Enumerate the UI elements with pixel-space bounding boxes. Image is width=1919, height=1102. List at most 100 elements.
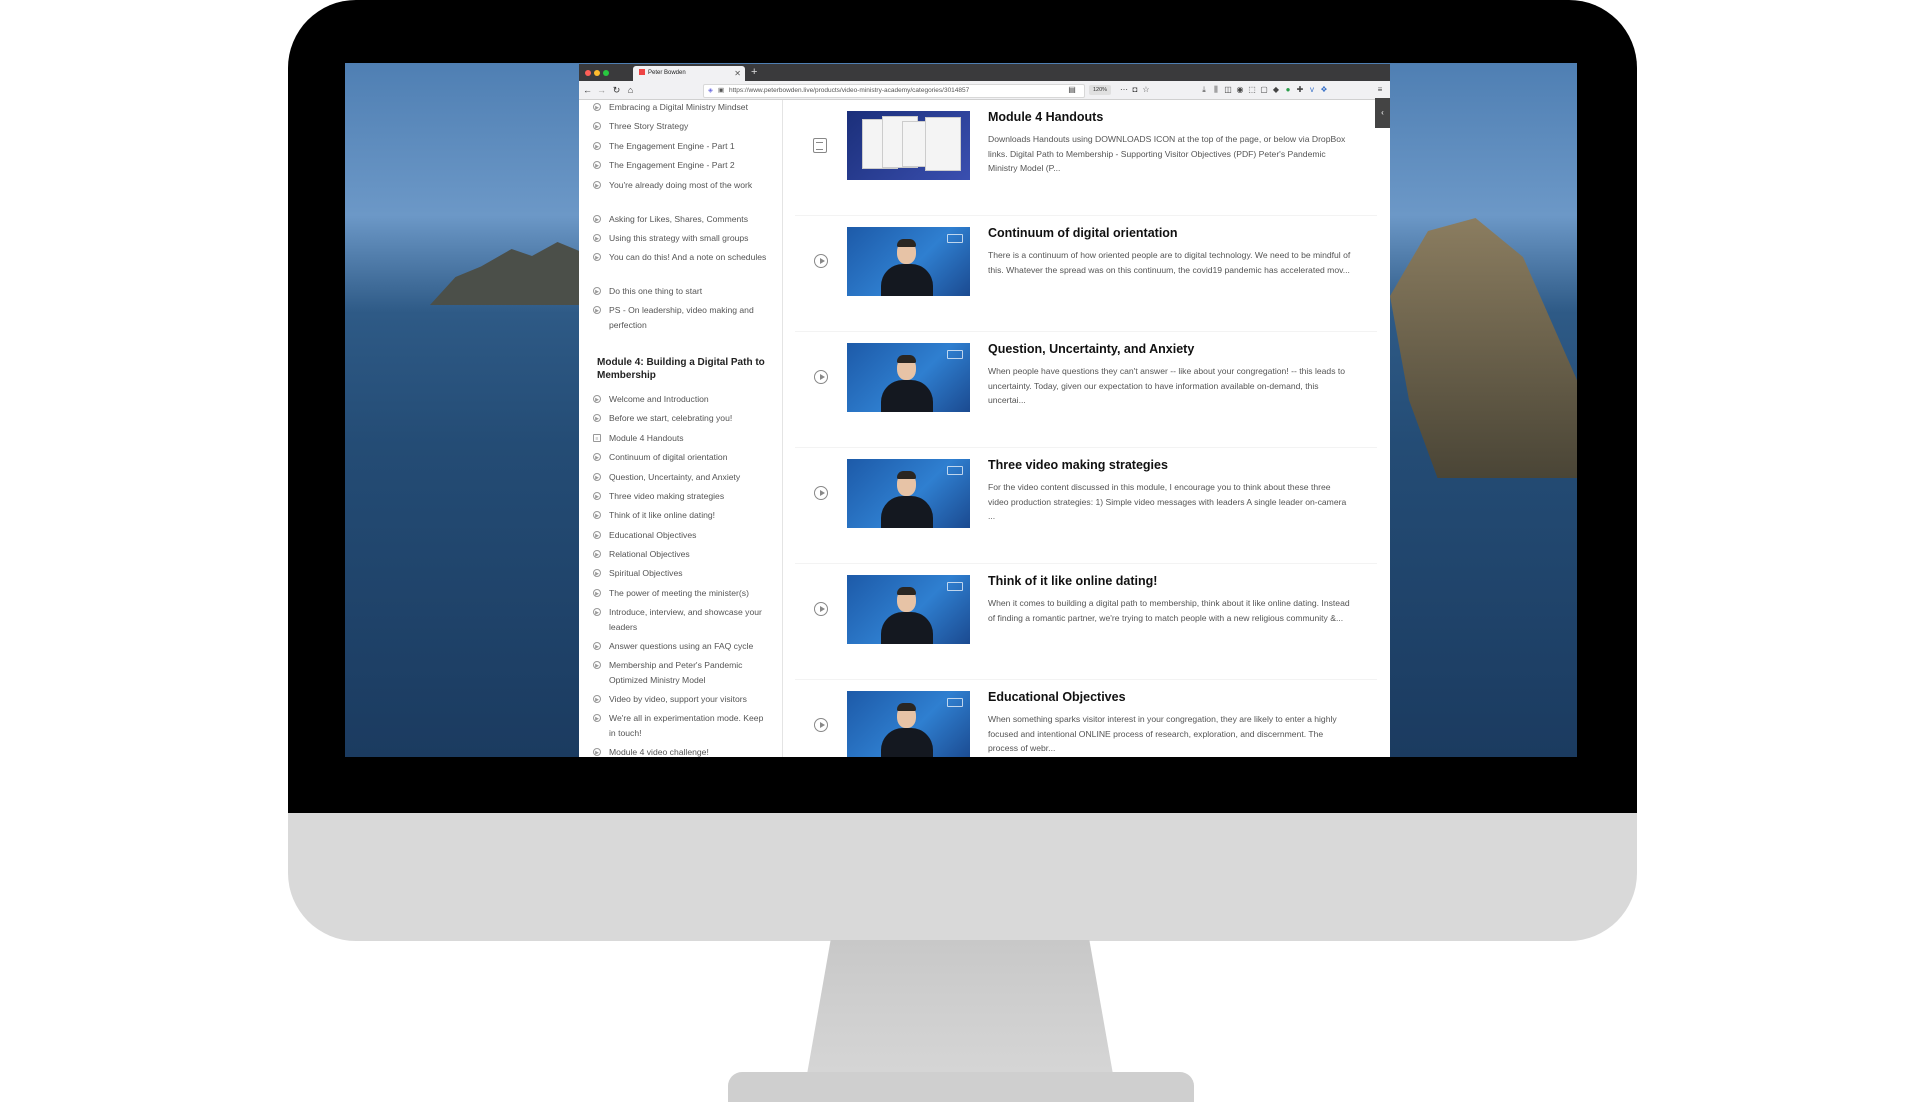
lesson-card-title[interactable]: Educational Objectives (988, 690, 1126, 704)
handout-thumbnail[interactable] (847, 111, 970, 180)
zoom-level-badge[interactable]: 120% (1089, 85, 1111, 95)
play-circle-icon: ▶ (593, 103, 601, 111)
play-circle-icon: ▶ (593, 748, 601, 756)
sidebar-lesson-label: The Engagement Engine - Part 2 (609, 160, 735, 170)
presenter-hair (897, 355, 916, 363)
lesson-card[interactable]: Educational Objectives When something spa… (795, 680, 1377, 757)
menu-hamburger-icon[interactable]: ≡ (1375, 84, 1385, 96)
monitor-stand-base (728, 1072, 1194, 1102)
presenter-hair (897, 587, 916, 595)
lesson-card[interactable]: Question, Uncertainty, and Anxiety When p… (795, 332, 1377, 447)
lesson-card-title[interactable]: Three video making strategies (988, 458, 1168, 472)
play-circle-icon: ▶ (593, 122, 601, 130)
play-circle-icon: ▶ (593, 642, 601, 650)
video-thumbnail[interactable] (847, 227, 970, 296)
lesson-card-description: There is a continuum of how oriented peo… (988, 250, 1351, 275)
play-circle-icon[interactable] (814, 602, 828, 616)
site-favicon-icon (639, 69, 645, 76)
document-icon: ≡ (593, 434, 601, 442)
window-zoom-button[interactable] (603, 70, 609, 76)
presenter-body (881, 380, 933, 412)
play-circle-icon[interactable] (814, 254, 828, 268)
sidebar-toggle-icon[interactable]: ◫ (1223, 84, 1233, 96)
sidebar-lesson-label: Continuum of digital orientation (609, 452, 728, 462)
screenshot-icon[interactable]: ⬚ (1247, 84, 1257, 96)
presenter-hair (897, 471, 916, 479)
presenter-body (881, 728, 933, 757)
library-icon[interactable]: ⫼ (1211, 84, 1221, 96)
extension-icon[interactable]: ▢ (1259, 84, 1269, 96)
play-circle-icon: ▶ (593, 695, 601, 703)
lesson-card-title[interactable]: Question, Uncertainty, and Anxiety (988, 342, 1194, 356)
lesson-card[interactable]: Module 4 Handouts Downloads Handouts usin… (795, 100, 1377, 215)
play-circle-icon: ▶ (593, 142, 601, 150)
play-circle-icon[interactable] (814, 718, 828, 732)
play-circle-icon[interactable] (814, 486, 828, 500)
tab-close-icon[interactable]: ✕ (734, 66, 741, 81)
sidebar-lesson-label: The power of meeting the minister(s) (609, 588, 749, 598)
presenter-hair (897, 703, 916, 711)
video-thumbnail[interactable] (847, 575, 970, 644)
chat-extension-icon[interactable]: ◆ (1271, 84, 1281, 96)
green-extension-icon[interactable]: ● (1283, 84, 1293, 96)
reload-icon[interactable]: ↻ (611, 84, 622, 96)
lesson-card[interactable]: Think of it like online dating! When it c… (795, 564, 1377, 679)
sidebar-lesson-label: You're already doing most of the work (609, 180, 753, 190)
vimeo-extension-icon[interactable]: v (1307, 84, 1317, 96)
presenter-body (881, 612, 933, 644)
video-badge-icon (947, 350, 963, 359)
sidebar-lesson-label: PS - On leadership, video making and per… (609, 305, 754, 330)
home-icon[interactable]: ⌂ (625, 84, 636, 96)
wallpaper-island-right (1390, 218, 1577, 478)
forward-arrow-icon[interactable]: → (596, 84, 607, 96)
back-arrow-icon[interactable]: ← (582, 84, 593, 96)
downloads-icon[interactable]: ⤓ (1199, 84, 1209, 96)
account-icon[interactable]: ◉ (1235, 84, 1245, 96)
sidebar-lesson-label: Spiritual Objectives (609, 568, 683, 578)
window-minimize-button[interactable] (594, 70, 600, 76)
sidebar-lesson-label: Relational Objectives (609, 549, 690, 559)
video-thumbnail[interactable] (847, 459, 970, 528)
lesson-card[interactable]: Continuum of digital orientation There is… (795, 216, 1377, 331)
sidebar-lesson-label: Membership and Peter's Pandemic Optimize… (609, 660, 743, 685)
blue-extension-icon[interactable]: ❖ (1319, 84, 1329, 96)
lesson-card-title[interactable]: Continuum of digital orientation (988, 226, 1178, 240)
page-actions-icon[interactable]: ⋯ (1119, 84, 1129, 96)
shield-icon: ◈ (708, 87, 713, 94)
play-circle-icon: ▶ (593, 608, 601, 616)
wallpaper-island-left (430, 242, 600, 305)
url-bar[interactable]: ◈ ▣ https://www.peterbowden.live/product… (703, 84, 1085, 98)
lesson-card-description: When something sparks visitor interest i… (988, 714, 1337, 753)
sidebar-lesson-label: Educational Objectives (609, 530, 697, 540)
window-close-button[interactable] (585, 70, 591, 76)
play-circle-icon: ▶ (593, 589, 601, 597)
browser-tab[interactable]: Peter Bowden ✕ (633, 66, 745, 81)
play-circle-icon: ▶ (593, 661, 601, 669)
lesson-card[interactable]: Three video making strategies For the vid… (795, 448, 1377, 563)
browser-toolbar: ← → ↻ ⌂ ◈ ▣ https://www.peterbowden.live… (579, 81, 1390, 100)
play-circle-icon: ▶ (593, 306, 601, 314)
puzzle-extension-icon[interactable]: ✚ (1295, 84, 1305, 96)
document-icon[interactable] (813, 138, 827, 153)
pocket-icon[interactable]: ◘ (1130, 84, 1140, 96)
reader-view-icon[interactable]: ▤ (1067, 84, 1077, 96)
bookmark-star-icon[interactable]: ☆ (1141, 84, 1151, 96)
video-thumbnail[interactable] (847, 691, 970, 757)
video-badge-icon (947, 234, 963, 243)
video-badge-icon (947, 466, 963, 475)
play-circle-icon[interactable] (814, 370, 828, 384)
collapse-sidebar-button[interactable]: ‹ (1375, 98, 1390, 128)
tab-title: Peter Bowden (648, 70, 686, 76)
sidebar-lesson-label: Module 4 Handouts (609, 433, 684, 443)
play-circle-icon: ▶ (593, 161, 601, 169)
new-tab-icon[interactable]: + (751, 65, 757, 80)
play-circle-icon: ▶ (593, 511, 601, 519)
lesson-card-description: Downloads Handouts using DOWNLOADS ICON … (988, 134, 1346, 173)
video-thumbnail[interactable] (847, 343, 970, 412)
play-circle-icon: ▶ (593, 569, 601, 577)
lesson-card-title[interactable]: Think of it like online dating! (988, 574, 1157, 588)
sidebar-lesson-label: Video by video, support your visitors (609, 694, 747, 704)
lesson-card-title[interactable]: Module 4 Handouts (988, 110, 1103, 124)
lesson-card-description: For the video content discussed in this … (988, 482, 1347, 521)
url-text: https://www.peterbowden.live/products/vi… (729, 87, 970, 94)
